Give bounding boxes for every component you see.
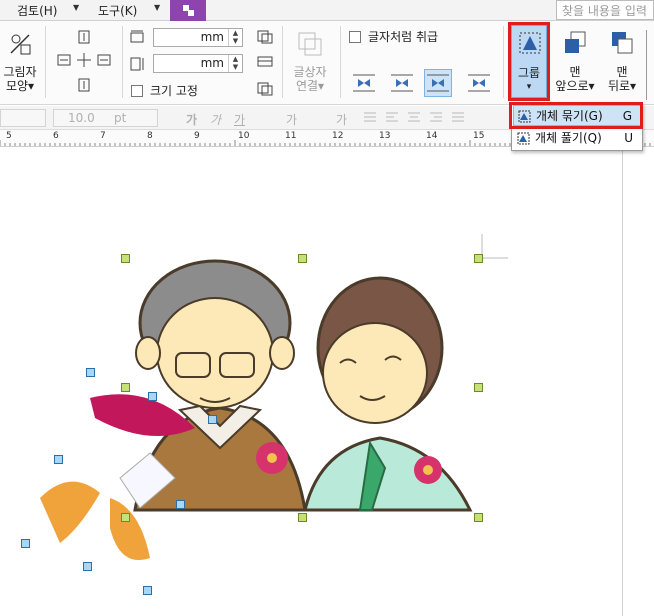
document-page[interactable]: [0, 148, 622, 616]
resize-handle-e[interactable]: [474, 383, 483, 392]
textbox-link-icon[interactable]: [297, 31, 323, 57]
treat-as-char-checkbox[interactable]: [349, 31, 361, 43]
bold-button[interactable]: 가: [186, 111, 197, 128]
height-icon: [130, 57, 144, 71]
treat-as-char-label: 글자처럼 취급: [368, 30, 439, 44]
bouquet-handle-e[interactable]: [176, 500, 185, 509]
font-select[interactable]: [0, 109, 46, 127]
wrap-behind-icon: [427, 74, 449, 92]
underline-button[interactable]: 가: [234, 111, 245, 128]
resize-handle-s[interactable]: [298, 513, 307, 522]
menu-bar: 검토(H) ▼ 도구(K) ▼ 찾을 내용을 입력: [0, 0, 654, 21]
bring-front-label[interactable]: 맨 앞으로▾: [553, 65, 597, 93]
height-spin-arrows[interactable]: ▲ ▼: [228, 55, 242, 72]
textbox-link-label[interactable]: 글상자 연결▾: [285, 65, 335, 93]
width-input[interactable]: mm ▲ ▼: [153, 28, 243, 47]
width-spin-arrows[interactable]: ▲ ▼: [228, 29, 242, 46]
wrap-front-button[interactable]: [465, 69, 493, 97]
wrap-tight-icon: [391, 74, 413, 92]
shape-label[interactable]: 그림자 모양▾: [0, 65, 40, 93]
vertical-scrollbar[interactable]: [622, 148, 654, 616]
more-icon[interactable]: [646, 30, 654, 100]
send-back-label[interactable]: 맨 뒤로▾: [602, 65, 642, 93]
brand-tab[interactable]: [170, 0, 206, 21]
bring-front-icon[interactable]: [563, 30, 587, 56]
resize-handle-nw[interactable]: [121, 254, 130, 263]
resize-handle-w[interactable]: [121, 383, 130, 392]
position-icons[interactable]: [256, 29, 276, 103]
wrap-tight-button[interactable]: [388, 69, 416, 97]
resize-handle-sw[interactable]: [121, 513, 130, 522]
wrap-square-button[interactable]: [350, 69, 378, 97]
wrap-behind-button[interactable]: [424, 69, 452, 97]
fix-size-label: 크기 고정: [150, 84, 198, 98]
menu-review-caret[interactable]: ▼: [73, 3, 79, 12]
bouquet-handle-nw[interactable]: [86, 368, 95, 377]
italic-button[interactable]: 가: [210, 111, 221, 128]
brand-logo-icon: [183, 5, 194, 16]
strike-button[interactable]: 가: [286, 111, 297, 128]
menu-tools-caret[interactable]: ▼: [154, 3, 160, 12]
ungroup-objects-icon: [517, 132, 530, 145]
bouquet-handle-n[interactable]: [148, 392, 157, 401]
bouquet-handle-s[interactable]: [83, 562, 92, 571]
width-icon: [130, 30, 144, 43]
bouquet-handle-ne[interactable]: [208, 415, 217, 424]
menu-tools[interactable]: 도구(K): [98, 2, 137, 19]
shape-style-icon[interactable]: [8, 31, 34, 57]
char-style-button[interactable]: 가: [336, 111, 347, 128]
height-input[interactable]: mm ▲ ▼: [153, 54, 243, 73]
search-input[interactable]: 찾을 내용을 입력: [556, 0, 654, 20]
resize-handle-se[interactable]: [474, 513, 483, 522]
wrap-square-icon: [353, 74, 375, 92]
group-highlight: [508, 22, 550, 101]
font-size-input[interactable]: 10.0 pt: [53, 109, 158, 127]
menu-item-ungroup-objects[interactable]: 개체 풀기(Q) U: [513, 128, 641, 149]
resize-handle-n[interactable]: [298, 254, 307, 263]
send-back-icon[interactable]: [610, 30, 634, 56]
resize-handle-ne[interactable]: [474, 254, 483, 263]
bouquet-handle-se[interactable]: [143, 586, 152, 595]
paragraph-align-icons[interactable]: [362, 111, 502, 125]
bouquet-handle-w[interactable]: [54, 455, 63, 464]
wrap-front-icon: [468, 74, 490, 92]
bouquet-handle-sw[interactable]: [21, 539, 30, 548]
align-icons[interactable]: [55, 29, 115, 109]
menu-review[interactable]: 검토(H): [17, 2, 57, 19]
elderly-couple-clipart[interactable]: [0, 148, 622, 616]
group-objects-highlight: [509, 102, 643, 129]
ribbon-toolbar: 그림자 모양▾ mm ▲ ▼ mm ▲ ▼ 크기 고정 글상자 연결▾ 글자처럼…: [0, 21, 654, 105]
fix-size-checkbox[interactable]: [131, 85, 143, 97]
